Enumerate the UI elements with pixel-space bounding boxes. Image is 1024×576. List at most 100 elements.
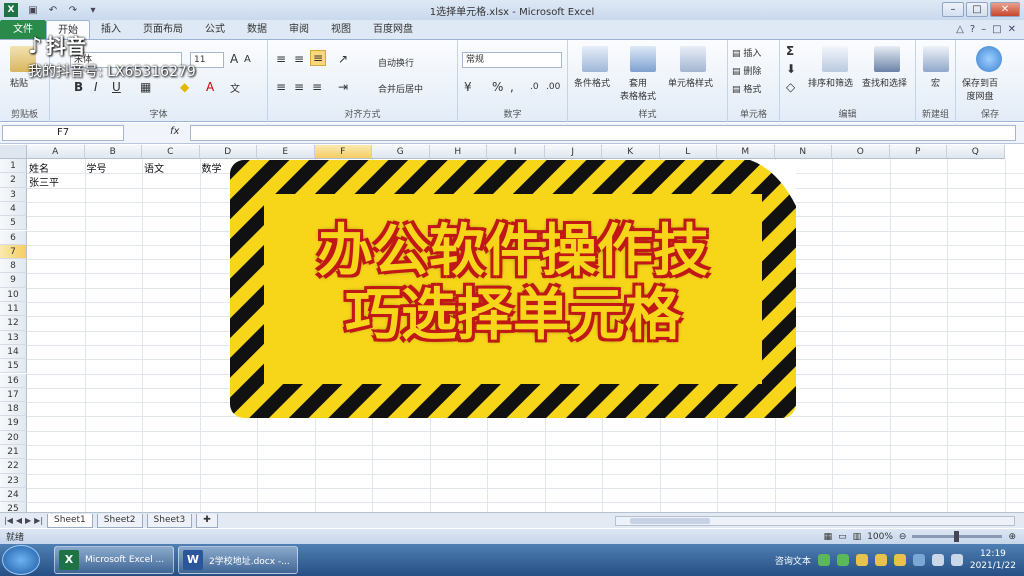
maximize-button[interactable]: □ [966,2,988,17]
excel-app-icon[interactable]: X [4,3,18,17]
column-header-c[interactable]: C [142,145,200,159]
next-sheet-icon[interactable]: ▶ [25,516,31,525]
row-header-9[interactable]: 9 [0,273,27,288]
row-header-22[interactable]: 22 [0,459,27,474]
cell-styles-button[interactable]: 单元格样式 [668,76,713,89]
row-header-25[interactable]: 25 [0,502,27,512]
column-header-f[interactable]: F [314,145,372,159]
clock[interactable]: 12:19 2021/1/22 [970,548,1016,572]
row-header-21[interactable]: 21 [0,445,27,460]
row-header-8[interactable]: 8 [0,259,27,274]
minimize-ribbon-icon[interactable]: △ [956,24,964,35]
column-header-j[interactable]: J [544,145,602,159]
orientation-icon[interactable]: ↗ [338,52,348,66]
macro-button[interactable]: 宏 [931,76,940,89]
normal-view-icon[interactable]: ▦ [824,532,833,542]
cell-b1[interactable]: 学号 [87,160,107,175]
shield-icon[interactable] [912,554,925,566]
decrease-decimal-icon[interactable]: .00 [546,82,560,92]
comma-icon[interactable]: , [510,80,514,94]
tab-view[interactable]: 视图 [320,20,362,39]
grow-font-icon[interactable]: A [230,52,238,66]
find-select-icon[interactable] [874,46,900,72]
doc-close-icon[interactable]: ✕ [1008,24,1016,35]
close-button[interactable]: ✕ [990,2,1020,17]
formula-input[interactable] [190,125,1016,141]
align-bottom-icon[interactable]: ≡ [310,50,326,66]
border-icon[interactable]: ▦ [140,80,151,94]
column-header-i[interactable]: I [487,145,545,159]
conditional-format-button[interactable]: 条件格式 [574,76,610,89]
help-icon[interactable]: ? [970,24,975,35]
autosum-button[interactable]: Σ [786,44,794,58]
undo-icon[interactable]: ↶ [46,5,60,16]
column-header-g[interactable]: G [372,145,430,159]
cell-c1[interactable]: 语文 [144,160,164,175]
zoom-knob[interactable] [954,531,960,542]
taskbar-excel[interactable]: X Microsoft Excel ... [54,546,174,574]
cell-a2[interactable]: 张三平 [29,174,59,189]
minimize-button[interactable]: – [942,2,964,17]
row-header-5[interactable]: 5 [0,216,27,231]
redo-icon[interactable]: ↷ [66,5,80,16]
align-right-icon[interactable]: ≡ [312,80,322,94]
first-sheet-icon[interactable]: |◀ [4,516,13,525]
column-header-n[interactable]: N [774,145,832,159]
taskbar-word[interactable]: W 2学校地址.docx -... [178,546,298,574]
row-header-4[interactable]: 4 [0,201,27,217]
delete-cells-button[interactable]: ▤ 删除 [732,64,761,77]
row-header-14[interactable]: 14 [0,344,27,360]
bold-button[interactable]: B [74,80,83,94]
column-header-a[interactable]: A [27,145,85,159]
conditional-format-icon[interactable] [582,46,608,72]
column-header-b[interactable]: B [84,145,142,159]
percent-button[interactable]: % [492,80,503,94]
row-header-2[interactable]: 2 [0,173,27,188]
column-header-l[interactable]: L [659,145,717,159]
font-color-icon[interactable]: A [206,80,214,94]
page-layout-view-icon[interactable]: ▭ [838,532,847,542]
page-break-view-icon[interactable]: ▥ [853,532,862,542]
align-middle-icon[interactable]: ≡ [294,52,304,66]
qq-icon-3[interactable] [893,554,906,566]
column-header-o[interactable]: O [832,145,890,159]
horizontal-scrollbar[interactable] [615,516,1015,526]
merge-center-button[interactable]: 合并后居中 [378,82,423,95]
scrollbar-thumb[interactable] [630,518,710,524]
column-header-d[interactable]: D [199,145,257,159]
row-header-7[interactable]: 7 [0,244,27,260]
tray-text[interactable]: 咨询文本 [775,554,811,567]
column-header-h[interactable]: H [429,145,487,159]
number-format-combo[interactable]: 常规 [462,52,562,68]
row-header-11[interactable]: 11 [0,302,27,317]
increase-decimal-icon[interactable]: .0 [530,82,539,92]
row-header-13[interactable]: 13 [0,330,27,345]
qq-icon-2[interactable] [874,554,887,566]
align-left-icon[interactable]: ≡ [276,80,286,94]
tab-formulas[interactable]: 公式 [194,20,236,39]
row-header-15[interactable]: 15 [0,359,27,374]
qq-icon[interactable] [855,554,868,566]
indent-icon[interactable]: ⇥ [338,80,348,94]
row-header-10[interactable]: 10 [0,287,27,302]
cell-d1[interactable]: 数学 [202,160,222,175]
last-sheet-icon[interactable]: ▶| [34,516,43,525]
zoom-in-icon[interactable]: ⊕ [1008,532,1016,542]
phonetic-icon[interactable]: 文 [230,80,240,95]
row-header-19[interactable]: 19 [0,416,27,431]
fill-icon[interactable]: ⬇ [786,62,796,76]
insert-sheet-icon[interactable]: ✚ [196,513,218,528]
clear-icon[interactable]: ◇ [786,80,795,94]
sort-filter-icon[interactable] [822,46,848,72]
baidu-cloud-icon[interactable] [976,46,1002,72]
format-as-table-icon[interactable] [630,46,656,72]
row-header-18[interactable]: 18 [0,402,27,417]
cell-styles-icon[interactable] [680,46,706,72]
doc-minimize-icon[interactable]: – [981,24,986,35]
tab-baidu-netdisk[interactable]: 百度网盘 [362,20,424,39]
wechat-icon[interactable] [836,554,849,566]
sheet-tab-3[interactable]: Sheet3 [146,513,193,528]
cell-a1[interactable]: 姓名 [29,160,49,175]
shrink-font-icon[interactable]: A [244,54,251,65]
italic-button[interactable]: I [94,80,98,94]
